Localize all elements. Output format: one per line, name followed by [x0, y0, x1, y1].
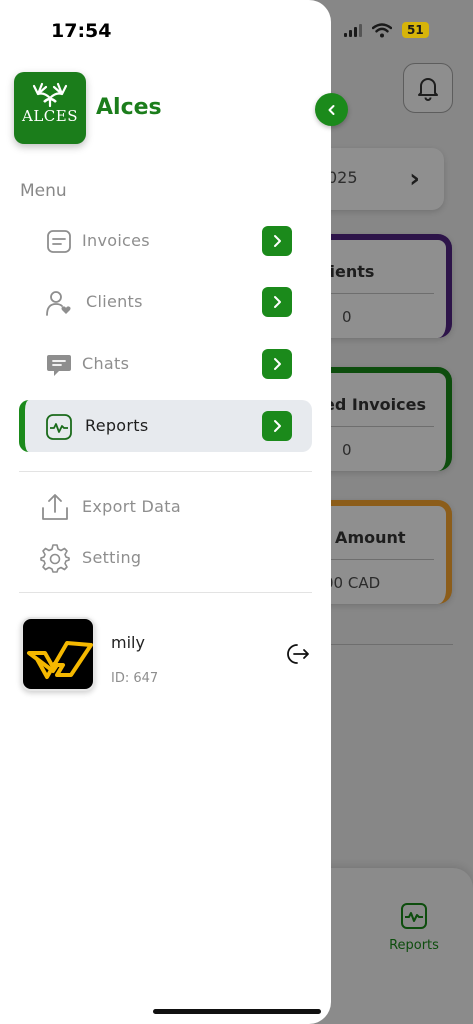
user-name: mily	[111, 633, 145, 652]
stat-title: l Amount	[324, 528, 406, 547]
status-time: 17:54	[51, 20, 112, 42]
menu-item-label: Chats	[82, 354, 130, 373]
date-text: 025	[327, 168, 358, 187]
chevron-right-icon[interactable]	[262, 411, 292, 441]
gear-icon	[40, 544, 70, 573]
card-divider	[324, 559, 434, 560]
stat-value: 0	[342, 308, 352, 326]
logo-text: ALCES	[22, 107, 78, 125]
menu-item-label: Setting	[82, 548, 142, 567]
menu-item-label: Invoices	[82, 231, 150, 250]
menu-item-label: Clients	[86, 292, 143, 311]
stat-title: ed Invoices	[324, 395, 426, 414]
reports-icon	[46, 414, 72, 440]
profile-divider	[19, 592, 312, 593]
battery-indicator: 51	[402, 22, 429, 38]
logout-icon[interactable]	[284, 641, 310, 667]
nav-label: Reports	[389, 938, 439, 953]
card-divider	[324, 426, 434, 427]
menu-item-reports[interactable]: Reports	[19, 400, 312, 452]
moose-antlers-icon	[32, 82, 68, 108]
stat-value: 0	[342, 441, 352, 459]
nav-item-reports[interactable]: Reports	[382, 902, 446, 953]
clients-icon	[46, 291, 71, 316]
stat-value: 00 CAD	[324, 574, 381, 592]
invoice-icon	[47, 230, 71, 253]
export-icon	[42, 494, 68, 520]
menu-item-export-data[interactable]: Export Data	[40, 489, 280, 525]
stat-title: lients	[324, 262, 375, 281]
menu-item-invoices[interactable]: Invoices	[19, 215, 312, 267]
notifications-button[interactable]	[403, 63, 453, 113]
user-id: ID: 647	[111, 671, 159, 686]
wifi-icon	[372, 22, 392, 37]
chat-icon	[47, 355, 71, 376]
card-divider	[324, 293, 434, 294]
collapse-drawer-button[interactable]	[315, 93, 348, 126]
menu-section-title: Menu	[20, 181, 67, 201]
cellular-signal-icon	[344, 23, 362, 37]
chevron-right-icon[interactable]	[262, 349, 292, 379]
chevron-left-icon	[328, 104, 334, 115]
app-logo: ALCES	[14, 72, 86, 144]
chevron-right-icon[interactable]	[262, 287, 292, 317]
bell-icon	[418, 78, 438, 101]
reports-icon	[401, 903, 427, 929]
avatar[interactable]	[21, 617, 95, 691]
menu-item-setting[interactable]: Setting	[40, 540, 280, 576]
menu-item-clients[interactable]: Clients	[19, 276, 312, 328]
chevron-right-icon[interactable]: ›	[409, 164, 420, 194]
menu-item-label: Reports	[85, 416, 149, 435]
status-icons: 51	[344, 22, 429, 38]
menu-item-label: Export Data	[82, 497, 181, 516]
chevron-right-icon[interactable]	[262, 226, 292, 256]
company-logo-icon	[27, 641, 93, 679]
menu-item-chats[interactable]: Chats	[19, 338, 312, 390]
navigation-drawer: 17:54 ALCES Alces Menu Invoices Clients	[0, 0, 348, 1024]
home-indicator	[153, 1009, 321, 1014]
app-name: Alces	[96, 95, 162, 120]
menu-divider	[19, 471, 312, 472]
